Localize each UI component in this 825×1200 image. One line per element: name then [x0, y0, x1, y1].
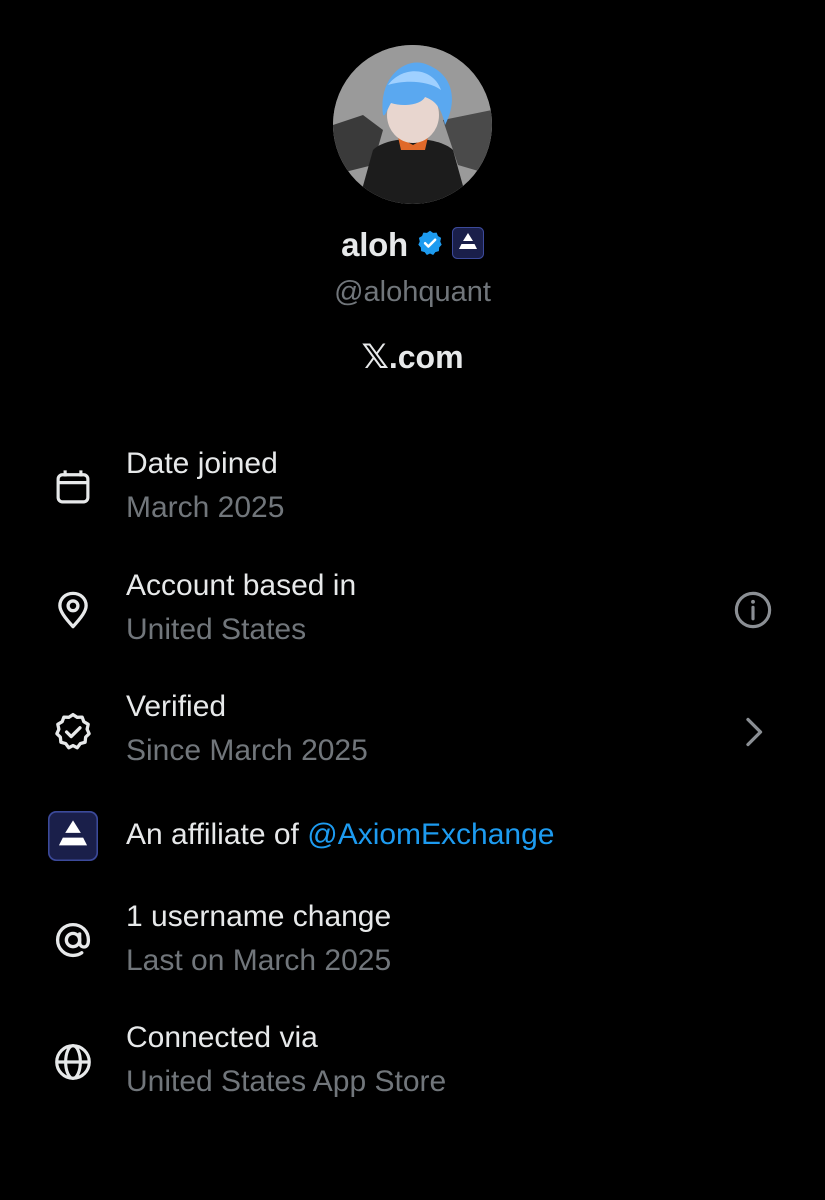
- row-affiliate: An affiliate of @AxiomExchange: [0, 808, 825, 868]
- row-connected-via: Connected via United States App Store: [0, 1019, 825, 1109]
- row-title: 1 username change: [126, 900, 392, 933]
- handle: @alohquant: [334, 276, 491, 308]
- row-subtitle: March 2025: [126, 491, 285, 524]
- affiliate-link[interactable]: @AxiomExchange: [307, 818, 554, 851]
- chevron-right-icon[interactable]: [731, 710, 775, 754]
- axiom-logo-icon[interactable]: [451, 226, 484, 264]
- verified-outline-icon: [48, 707, 98, 757]
- avatar[interactable]: [333, 45, 492, 204]
- row-title: Account based in: [126, 569, 357, 602]
- row-subtitle: Last on March 2025: [126, 944, 392, 977]
- row-title: Connected via: [126, 1021, 318, 1054]
- row-subtitle: United States: [126, 613, 307, 646]
- x-logo-icon: 𝕏: [361, 337, 389, 377]
- row-subtitle: United States App Store: [126, 1065, 447, 1098]
- affiliate-prefix: An affiliate of: [126, 818, 308, 851]
- verified-badge-icon[interactable]: [416, 229, 444, 262]
- row-username-change: 1 username change Last on March 2025: [0, 898, 825, 988]
- at-sign-icon: [48, 915, 98, 965]
- row-date-joined: Date joined March 2025: [0, 445, 825, 535]
- site-suffix: .com: [388, 338, 464, 375]
- globe-icon: [48, 1037, 98, 1087]
- display-name: aloh: [341, 226, 408, 263]
- row-title: An affiliate of @AxiomExchange: [126, 818, 554, 852]
- row-account-based-in: Account based in United States: [0, 567, 825, 657]
- name-row: aloh: [0, 226, 825, 264]
- row-title: Date joined: [126, 447, 278, 480]
- row-title: Verified: [126, 690, 227, 723]
- calendar-icon: [48, 462, 98, 512]
- row-verified[interactable]: Verified Since March 2025: [0, 688, 825, 778]
- site-label: 𝕏 .com: [0, 337, 825, 377]
- info-icon[interactable]: [731, 588, 775, 632]
- axiom-logo-icon: [48, 811, 98, 861]
- row-subtitle: Since March 2025: [126, 734, 368, 767]
- location-pin-icon: [48, 585, 98, 635]
